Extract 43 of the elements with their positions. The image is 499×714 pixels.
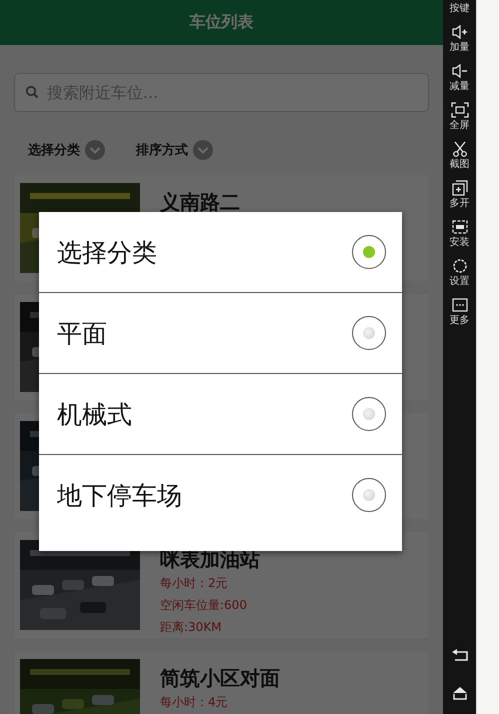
lot-detail: 距离:30KM (160, 619, 223, 636)
option-label: 选择分类 (57, 236, 157, 268)
toolbar-button[interactable]: 多开 (450, 180, 470, 210)
page-title: 车位列表 (190, 12, 254, 33)
category-option[interactable]: 选择分类 (39, 212, 402, 293)
volume-down-icon (450, 63, 468, 79)
toolbar-button[interactable]: 全屏 (450, 102, 470, 132)
search-icon (25, 85, 39, 99)
option-label: 地下停车场 (57, 480, 182, 512)
lot-name: 简筑小区对面 (160, 665, 280, 691)
radio-button[interactable] (352, 397, 386, 431)
radio-button[interactable] (352, 478, 386, 512)
volume-up-icon (450, 24, 468, 40)
toolbar-button[interactable]: 按键 (450, 3, 470, 15)
settings-icon (450, 258, 468, 274)
back-icon[interactable] (450, 648, 468, 662)
lot-name: 义南路二 (160, 189, 240, 215)
scissors-icon (450, 141, 468, 157)
lot-detail: 每小时：2元 (160, 575, 229, 592)
fullscreen-icon (450, 102, 468, 118)
home-icon[interactable] (450, 686, 468, 700)
chevron-down-icon (192, 139, 214, 161)
toolbar-button[interactable]: 设置 (450, 258, 470, 288)
parking-lot-card[interactable]: 简筑小区对面 每小时：4元 (15, 651, 428, 714)
toolbar-button[interactable]: 更多 (450, 297, 470, 327)
multi-window-icon (450, 180, 468, 196)
lot-detail: 每小时：4元 (160, 694, 229, 711)
category-option[interactable]: 平面 (39, 293, 402, 374)
toolbar-button[interactable]: 减量 (450, 63, 470, 93)
option-label: 平面 (57, 318, 107, 350)
toolbar-button[interactable]: 截图 (450, 141, 470, 171)
radio-button[interactable] (352, 316, 386, 350)
toolbar-button[interactable]: 安装 (450, 219, 470, 249)
category-option[interactable]: 地下停车场 (39, 455, 402, 535)
chevron-down-icon (84, 139, 106, 161)
toolbar-button[interactable]: 加量 (450, 24, 470, 54)
lot-name: 咪表加油站 (160, 546, 260, 572)
more-icon (450, 297, 468, 313)
category-option[interactable]: 机械式 (39, 374, 402, 455)
lot-detail: 空闲车位量:600 (160, 597, 248, 614)
package-icon (450, 219, 468, 235)
radio-button[interactable] (352, 235, 386, 269)
option-label: 机械式 (57, 398, 132, 430)
